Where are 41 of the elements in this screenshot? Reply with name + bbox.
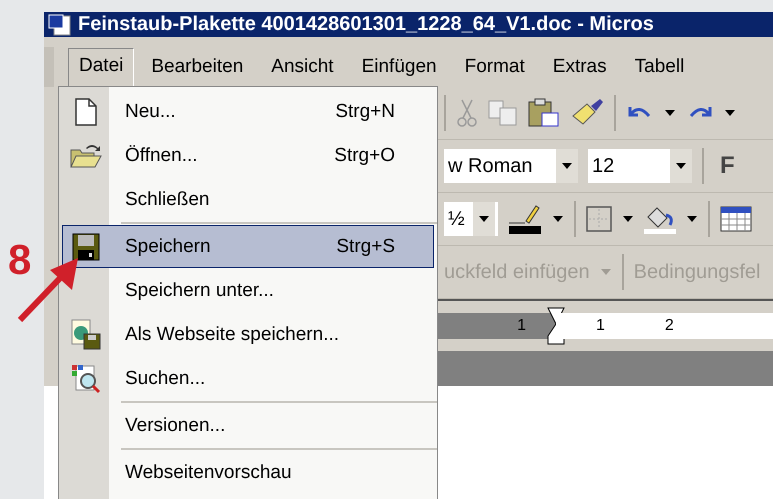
caret-icon[interactable] bbox=[478, 215, 490, 223]
menu-item[interactable]: Speichern Strg+S bbox=[62, 225, 434, 268]
caret-icon bbox=[600, 268, 612, 276]
line-style-field[interactable]: ½ bbox=[444, 202, 498, 236]
menu-item[interactable]: Speichern unter... bbox=[62, 269, 434, 312]
caret-icon[interactable] bbox=[664, 109, 676, 117]
ruler-number: 1 bbox=[596, 317, 605, 335]
menu-item[interactable]: Tabell bbox=[624, 49, 696, 85]
menu-item[interactable]: Neu... Strg+N bbox=[62, 90, 434, 133]
ruler-number: 2 bbox=[664, 317, 674, 335]
menu-item[interactable]: Bearbeiten bbox=[140, 49, 254, 85]
menu-item[interactable]: Suchen... bbox=[62, 357, 434, 400]
bold-button[interactable]: F bbox=[714, 151, 741, 181]
border-grid-icon[interactable] bbox=[586, 206, 612, 232]
menu-item[interactable]: Webseitenvorschau bbox=[62, 451, 434, 494]
caret-icon[interactable] bbox=[622, 215, 634, 223]
table-icon[interactable] bbox=[720, 206, 752, 232]
step-number: 8 bbox=[8, 236, 32, 284]
menu-item[interactable]: Versionen... bbox=[62, 404, 434, 447]
menu-item[interactable]: Ansicht bbox=[260, 49, 345, 85]
menu-item[interactable]: Einfügen bbox=[350, 49, 448, 85]
caret-icon[interactable] bbox=[561, 162, 573, 170]
line-color-pen-icon[interactable] bbox=[508, 203, 542, 235]
caret-icon[interactable] bbox=[675, 162, 687, 170]
menu-item[interactable]: Extras bbox=[542, 49, 618, 85]
caret-icon[interactable] bbox=[686, 215, 698, 223]
word-document-icon bbox=[48, 14, 72, 36]
clipboard-icon[interactable] bbox=[528, 98, 560, 128]
menu-item[interactable]: Als Webseite speichern... bbox=[62, 313, 434, 356]
font-name-field[interactable]: w Roman bbox=[444, 149, 578, 183]
ruler-number: 1 bbox=[517, 317, 526, 335]
caret-icon[interactable] bbox=[552, 215, 564, 223]
menu-item[interactable]: Öffnen... Strg+O bbox=[62, 134, 434, 177]
globe-floppy-icon bbox=[70, 318, 102, 350]
caret-icon[interactable] bbox=[724, 109, 736, 117]
menu-item[interactable]: Schließen bbox=[62, 178, 434, 221]
magnifier-document-icon bbox=[70, 362, 102, 394]
menu-item[interactable]: Format bbox=[454, 49, 536, 85]
blank-page-icon bbox=[74, 98, 98, 126]
window-title: Feinstaub-Plakette 4001428601301_1228_64_V1.doc - Micros bbox=[78, 13, 654, 36]
font-size-field[interactable]: 12 bbox=[588, 149, 692, 183]
